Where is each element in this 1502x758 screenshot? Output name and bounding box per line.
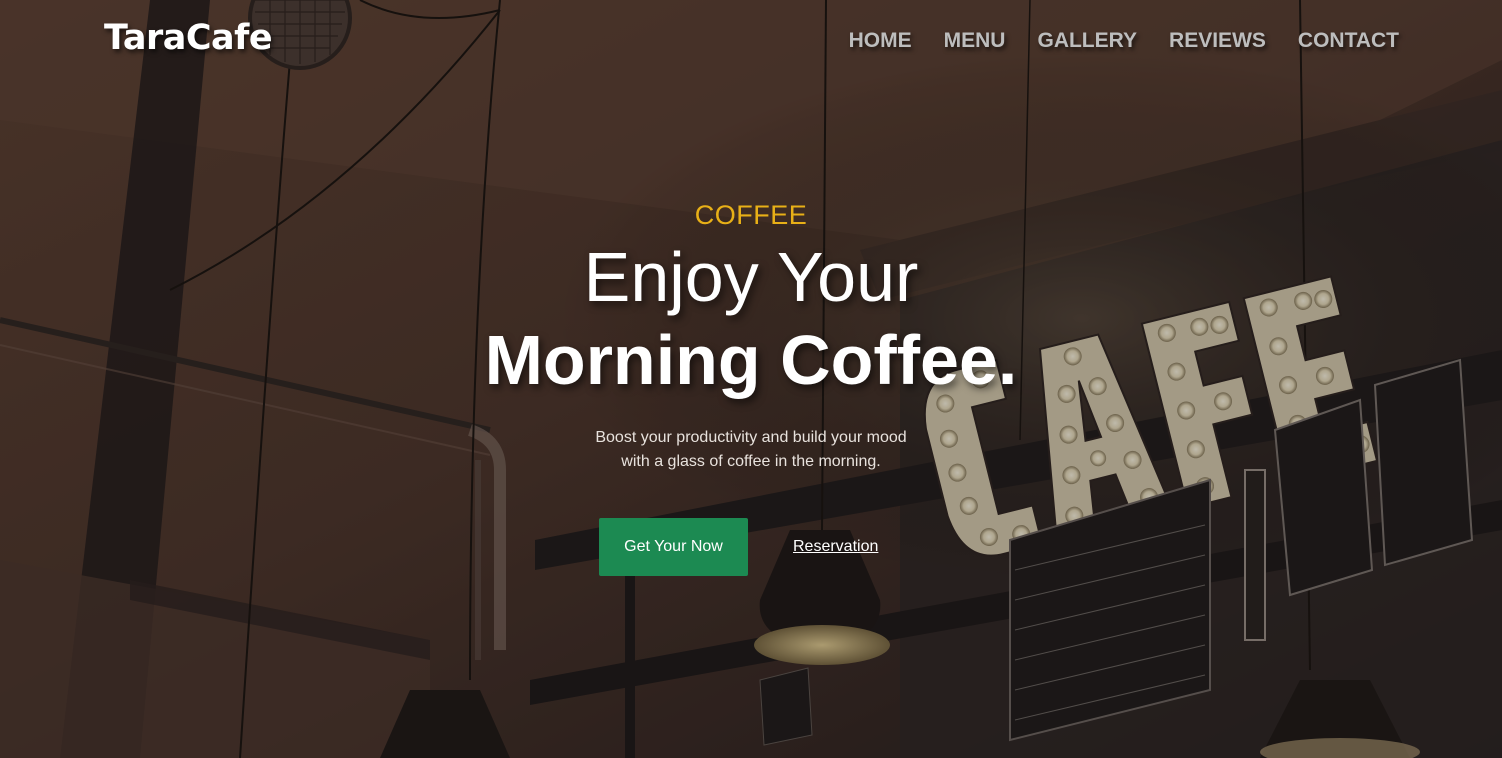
nav-item-contact[interactable]: CONTACT xyxy=(1298,26,1399,56)
get-your-now-button[interactable]: Get Your Now xyxy=(599,518,748,576)
hero-description: Boost your productivity and build your m… xyxy=(595,429,907,470)
nav-item-gallery[interactable]: GALLERY xyxy=(1037,26,1137,56)
hero-eyebrow: COFFEE xyxy=(694,200,808,230)
nav-item-home[interactable]: HOME xyxy=(849,26,912,56)
hero-cta-row: Get Your Now Reservation xyxy=(599,518,878,576)
nav-item-menu[interactable]: MENU xyxy=(944,26,1006,56)
nav-item-reviews[interactable]: REVIEWS xyxy=(1169,26,1266,56)
brand-logo[interactable]: TaraCafe xyxy=(104,16,273,60)
hero-headline-line1: Enjoy Your xyxy=(583,238,919,316)
main-nav: HOME MENU GALLERY REVIEWS CONTACT xyxy=(849,26,1399,56)
reservation-link[interactable]: Reservation xyxy=(793,538,878,556)
hero-section: TaraCafe HOME MENU GALLERY REVIEWS CONTA… xyxy=(0,0,1502,758)
hero-headline-line2: Morning Coffee. xyxy=(484,321,1018,399)
hero-content: COFFEE Enjoy Your Morning Coffee. Boost … xyxy=(0,198,1502,474)
